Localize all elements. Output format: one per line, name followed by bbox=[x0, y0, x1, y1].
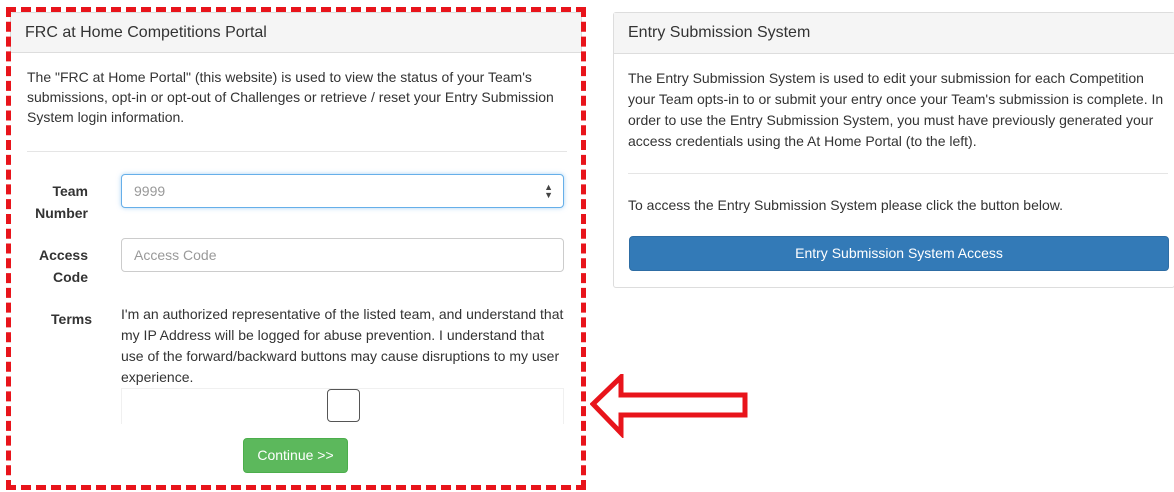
terms-label: Terms bbox=[51, 311, 92, 327]
team-number-label-line2: Number bbox=[35, 205, 88, 221]
access-code-label-line1: Access bbox=[38, 247, 88, 263]
entry-submission-description: The Entry Submission System is used to e… bbox=[628, 70, 1164, 149]
number-spinner-icon[interactable]: ▲ ▼ bbox=[544, 183, 553, 200]
left-arrow-icon bbox=[590, 374, 748, 438]
divider bbox=[27, 151, 567, 152]
entry-submission-access-button[interactable]: Entry Submission System Access bbox=[629, 236, 1169, 271]
team-number-label: Team Number bbox=[30, 180, 88, 224]
access-code-label: Access Code bbox=[30, 244, 88, 288]
terms-text: I'm an authorized representative of the … bbox=[121, 306, 564, 385]
portal-panel-heading: FRC at Home Competitions Portal bbox=[10, 12, 582, 53]
divider bbox=[628, 173, 1168, 174]
team-number-input[interactable]: 9999 ▲ ▼ bbox=[121, 174, 564, 208]
entry-submission-heading: Entry Submission System bbox=[614, 13, 1174, 54]
team-number-label-line1: Team bbox=[52, 183, 88, 199]
access-code-label-line2: Code bbox=[53, 269, 88, 285]
access-code-input[interactable]: Access Code bbox=[121, 238, 564, 272]
team-number-placeholder: 9999 bbox=[134, 183, 166, 199]
entry-submission-prompt: To access the Entry Submission System pl… bbox=[628, 197, 1063, 213]
access-code-placeholder: Access Code bbox=[134, 247, 217, 263]
continue-button[interactable]: Continue >> bbox=[243, 438, 348, 473]
entry-submission-panel: Entry Submission System The Entry Submis… bbox=[613, 12, 1174, 288]
terms-checkbox[interactable] bbox=[327, 389, 360, 422]
portal-intro-text: The "FRC at Home Portal" (this website) … bbox=[27, 69, 554, 125]
